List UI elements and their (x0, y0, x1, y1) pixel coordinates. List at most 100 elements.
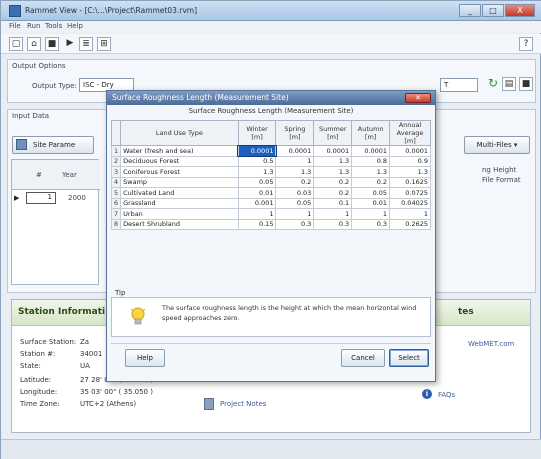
refresh-icon[interactable]: ↻ (486, 77, 500, 91)
winter-cell[interactable]: 0.01 (237, 187, 277, 199)
site-parameters-label: Site Parame (33, 141, 76, 149)
dialog-title: Surface Roughness Length (Measurement Si… (112, 93, 289, 102)
spring-cell[interactable]: 0.2 (275, 176, 315, 188)
spring-cell[interactable]: 1 (275, 208, 315, 220)
summer-cell[interactable]: 0.0001 (313, 145, 353, 157)
land-use-type-cell[interactable]: Cultivated Land (120, 187, 239, 199)
site-parameters-icon (16, 139, 27, 150)
summer-cell[interactable]: 1.3 (313, 155, 353, 167)
dialog-close-button[interactable]: ✕ (405, 93, 431, 103)
output-right-field-value: T (444, 81, 449, 89)
cancel-button[interactable]: Cancel (341, 349, 385, 367)
spring-cell[interactable]: 1.3 (275, 166, 315, 178)
table-row[interactable]: 1 Water (fresh and sea) 0.0001 0.0001 0.0001… (110, 144, 431, 157)
summer-cell[interactable]: 1 (313, 208, 353, 220)
run-icon[interactable]: ▶ (63, 37, 77, 51)
new-file-icon[interactable]: ▢ (9, 37, 23, 51)
autumn-cell[interactable]: 0.05 (351, 187, 391, 199)
faqs-link[interactable]: FAQs (438, 391, 455, 399)
info-icon: i (422, 389, 432, 399)
output-right-field[interactable]: T (440, 78, 478, 92)
spring-cell[interactable]: 1 (275, 155, 315, 167)
maximize-button[interactable]: □ (482, 4, 504, 17)
autumn-cell[interactable]: 0.01 (351, 197, 391, 209)
annual-cell[interactable]: 0.9 (389, 155, 431, 167)
annual-cell[interactable]: 0.04025 (389, 197, 431, 209)
save-icon[interactable]: ■ (45, 37, 59, 51)
col-annual-average: Annual Average [m] (389, 120, 431, 146)
project-notes-icon[interactable] (204, 398, 214, 410)
table-row[interactable]: 3 Coniferous Forest 1.3 1.3 1.3 1.3 1.3 (110, 166, 431, 178)
summer-cell[interactable]: 1.3 (313, 166, 353, 178)
autumn-cell[interactable]: 0.3 (351, 218, 391, 230)
multi-files-button[interactable]: Multi-Files ▾ (464, 136, 530, 154)
annual-cell[interactable]: 0.2625 (389, 218, 431, 230)
project-notes-link[interactable]: Project Notes (220, 400, 266, 408)
winter-cell[interactable]: 1.3 (237, 166, 277, 178)
land-use-type-cell[interactable]: Coniferous Forest (120, 166, 239, 178)
spring-cell[interactable]: 0.3 (275, 218, 315, 230)
table-row[interactable]: 5 Cultivated Land 0.01 0.03 0.2 0.05 0.0725 (110, 187, 431, 199)
app-icon (9, 5, 21, 17)
winter-cell[interactable]: 0.0001 (237, 144, 277, 157)
row-number-header (110, 120, 122, 146)
annual-cell[interactable]: 0.0001 (389, 145, 431, 157)
summer-cell[interactable]: 0.2 (313, 176, 353, 188)
help-book-icon[interactable]: ? (519, 37, 533, 51)
surface-station-value: Za (80, 338, 90, 346)
table-row[interactable]: 8 Desert Shrubland 0.15 0.3 0.3 0.3 0.2625 (110, 218, 431, 230)
winter-cell[interactable]: 0.05 (237, 176, 277, 188)
spring-cell[interactable]: 0.05 (275, 197, 315, 209)
select-button[interactable]: Select (389, 349, 429, 367)
land-use-type-cell[interactable]: Grassland (120, 197, 239, 209)
annual-cell[interactable]: 1 (389, 208, 431, 220)
grid-icon[interactable]: ⊞ (97, 37, 111, 51)
main-title-bar[interactable]: Rammet View - [C:\...\Project\Rammet03.r… (1, 1, 541, 21)
input-data-grid[interactable]: # Year ▶ 1 2000 (11, 159, 100, 285)
autumn-cell[interactable]: 0.2 (351, 176, 391, 188)
spring-cell[interactable]: 0.0001 (275, 145, 315, 157)
lightbulb-icon (130, 307, 146, 325)
minimize-button[interactable]: _ (459, 4, 481, 17)
input-data-label: Input Data (12, 112, 50, 120)
winter-cell[interactable]: 0.001 (237, 197, 277, 209)
menu-file[interactable]: File (9, 22, 21, 30)
menu-run[interactable]: Run (27, 22, 40, 30)
summer-cell[interactable]: 0.1 (313, 197, 353, 209)
annual-cell[interactable]: 0.0725 (389, 187, 431, 199)
table-row[interactable]: 6 Grassland 0.001 0.05 0.1 0.01 0.04025 (110, 197, 431, 209)
land-use-type-cell[interactable]: Water (fresh and sea) (120, 145, 239, 157)
close-button[interactable]: X (505, 4, 535, 17)
autumn-cell[interactable]: 0.8 (351, 155, 391, 167)
winter-cell[interactable]: 0.15 (237, 218, 277, 230)
right-note-2: File Format (482, 176, 521, 184)
table-row[interactable]: 7 Urban 1 1 1 1 1 (110, 208, 431, 220)
save-output-icon[interactable]: ■ (519, 77, 533, 91)
report-icon[interactable]: ≣ (79, 37, 93, 51)
table-row[interactable]: 2 Deciduous Forest 0.5 1 1.3 0.8 0.9 (110, 155, 431, 167)
land-use-type-cell[interactable]: Deciduous Forest (120, 155, 239, 167)
table-row[interactable]: 4 Swamp 0.05 0.2 0.2 0.2 0.1625 (110, 176, 431, 188)
land-use-type-cell[interactable]: Desert Shrubland (120, 218, 239, 230)
autumn-cell[interactable]: 0.0001 (351, 145, 391, 157)
summer-cell[interactable]: 0.3 (313, 218, 353, 230)
winter-cell[interactable]: 0.5 (237, 155, 277, 167)
summer-cell[interactable]: 0.2 (313, 187, 353, 199)
help-button[interactable]: Help (125, 349, 165, 367)
autumn-cell[interactable]: 1.3 (351, 166, 391, 178)
dialog-title-bar[interactable]: Surface Roughness Length (Measurement Si… (107, 91, 435, 105)
open-folder-icon[interactable]: ⌂ (27, 37, 41, 51)
land-use-type-cell[interactable]: Urban (120, 208, 239, 220)
document-icon[interactable]: ▤ (502, 77, 516, 91)
menu-tools[interactable]: Tools (45, 22, 62, 30)
annual-cell[interactable]: 0.1625 (389, 176, 431, 188)
col-autumn: Autumn [m] (351, 120, 391, 146)
winter-cell[interactable]: 1 (237, 208, 277, 220)
webmet-link[interactable]: WebMET.com (468, 340, 514, 348)
land-use-type-cell[interactable]: Swamp (120, 176, 239, 188)
spring-cell[interactable]: 0.03 (275, 187, 315, 199)
autumn-cell[interactable]: 1 (351, 208, 391, 220)
menu-help[interactable]: Help (67, 22, 83, 30)
annual-cell[interactable]: 1.3 (389, 166, 431, 178)
grid-cell-num[interactable]: 1 (26, 192, 56, 204)
